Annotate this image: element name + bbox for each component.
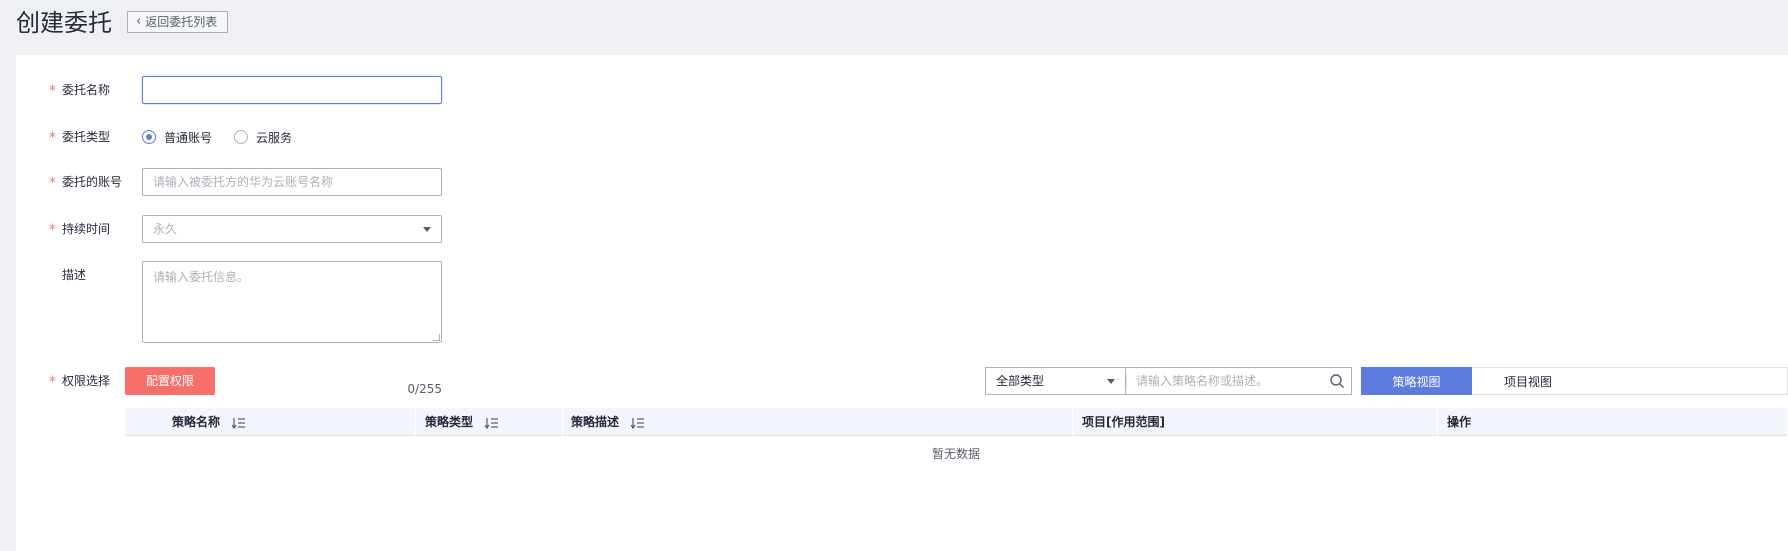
duration-label: 持续时间 bbox=[62, 222, 111, 236]
column-label: 策略名称 bbox=[172, 415, 221, 429]
policy-type-filter-value: 全部类型 bbox=[996, 374, 1045, 388]
char-counter: 0/255 bbox=[407, 382, 442, 396]
name-label: 委托名称 bbox=[62, 83, 111, 97]
account-label: 委托的账号 bbox=[62, 175, 123, 189]
row-type: * 委托类型 普通账号 云服务 bbox=[16, 123, 1788, 151]
description-label: 描述 bbox=[62, 268, 87, 282]
search-icon[interactable] bbox=[1329, 373, 1345, 389]
policy-table-header: 策略名称 策略类型 策略描述 项目[作用范围] 操作 bbox=[125, 408, 1787, 436]
type-radio-group: 普通账号 云服务 bbox=[142, 123, 314, 151]
policy-type-filter[interactable]: 全部类型 bbox=[985, 367, 1125, 395]
back-button-label: 返回委托列表 bbox=[145, 15, 218, 29]
radio-cloud-service[interactable] bbox=[234, 130, 249, 144]
column-label: 策略类型 bbox=[425, 415, 474, 429]
policy-search-placeholder: 请输入策略名称或描述。 bbox=[1136, 374, 1269, 388]
sort-icon[interactable] bbox=[232, 417, 246, 429]
required-mark: * bbox=[49, 130, 56, 146]
form-panel: * 委托名称 * 委托类型 普通账号 云服务 * 委托的账号 请输入被委托方的华… bbox=[16, 55, 1788, 551]
page-title: 创建委托 bbox=[16, 9, 112, 37]
required-mark: * bbox=[49, 83, 56, 99]
column-separator bbox=[1072, 408, 1073, 436]
radio-normal-account-label[interactable]: 普通账号 bbox=[164, 129, 212, 146]
table-empty-text: 暂无数据 bbox=[931, 447, 980, 461]
column-separator bbox=[415, 408, 416, 436]
caret-down-icon bbox=[1107, 379, 1115, 384]
sort-icon[interactable] bbox=[631, 417, 645, 429]
radio-cloud-service-label[interactable]: 云服务 bbox=[256, 129, 292, 146]
delegated-account-input[interactable]: 请输入被委托方的华为云账号名称 bbox=[142, 168, 442, 196]
row-account: * 委托的账号 请输入被委托方的华为云账号名称 bbox=[16, 168, 1788, 196]
row-name: * 委托名称 bbox=[16, 76, 1788, 104]
divider bbox=[1126, 374, 1127, 388]
column-header-policy-type[interactable]: 策略类型 bbox=[425, 408, 499, 436]
duration-select[interactable]: 永久 bbox=[142, 215, 442, 243]
column-header-policy-name[interactable]: 策略名称 bbox=[172, 408, 246, 436]
row-permissions: * 权限选择 bbox=[16, 367, 136, 395]
back-to-list-button[interactable]: ‹ 返回委托列表 bbox=[127, 11, 229, 33]
type-label: 委托类型 bbox=[62, 130, 111, 144]
sort-icon[interactable] bbox=[485, 417, 499, 429]
description-textarea[interactable]: 请输入委托信息。 bbox=[142, 261, 442, 343]
config-permissions-button[interactable]: 配置权限 bbox=[125, 367, 215, 395]
resize-handle-icon[interactable] bbox=[433, 334, 440, 341]
row-duration: * 持续时间 永久 bbox=[16, 215, 1788, 243]
policy-search-input[interactable]: 请输入策略名称或描述。 bbox=[1125, 367, 1352, 395]
required-mark: * bbox=[49, 175, 56, 191]
duration-value: 永久 bbox=[153, 222, 178, 236]
column-header-actions: 操作 bbox=[1447, 415, 1472, 429]
row-description: 描述 请输入委托信息。 bbox=[16, 261, 1788, 343]
required-mark: * bbox=[49, 374, 56, 390]
radio-normal-account[interactable] bbox=[142, 130, 156, 144]
required-mark: * bbox=[49, 222, 56, 238]
tab-project-view[interactable]: 项目视图 bbox=[1472, 367, 1788, 395]
chevron-left-icon: ‹ bbox=[136, 14, 142, 29]
description-placeholder: 请输入委托信息。 bbox=[153, 270, 250, 284]
tab-policy-view[interactable]: 策略视图 bbox=[1361, 367, 1472, 395]
column-header-policy-description[interactable]: 策略描述 bbox=[571, 408, 645, 436]
column-separator bbox=[1437, 408, 1438, 436]
agency-name-input[interactable] bbox=[142, 76, 442, 104]
column-separator bbox=[562, 408, 563, 436]
column-label: 策略描述 bbox=[571, 415, 620, 429]
caret-down-icon bbox=[423, 227, 431, 232]
page-header: 创建委托 ‹ 返回委托列表 bbox=[0, 0, 1788, 55]
column-header-project-scope: 项目[作用范围] bbox=[1082, 415, 1165, 429]
